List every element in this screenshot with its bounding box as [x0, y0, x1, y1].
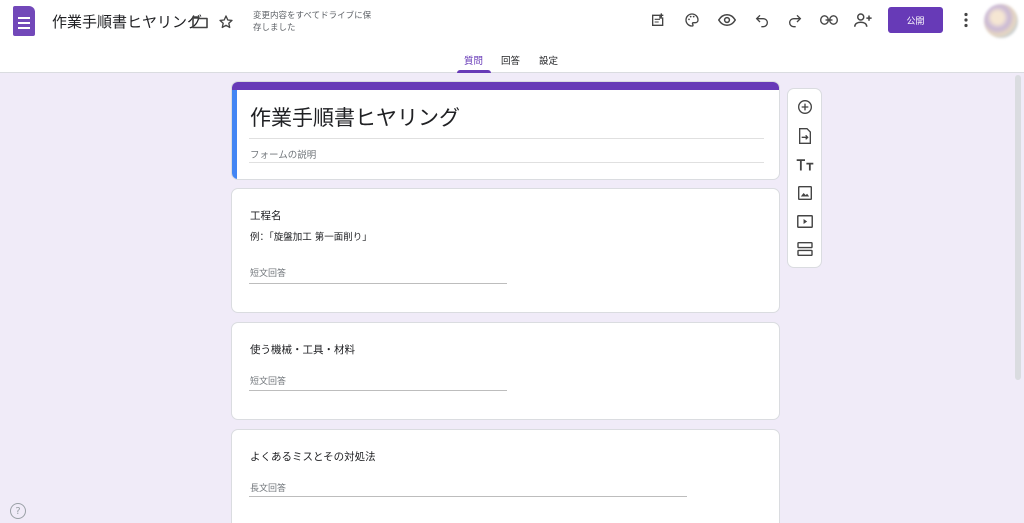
- long-answer-field: 長文回答: [250, 484, 287, 494]
- question-card[interactable]: 使う機械・工具・材料 短文回答: [231, 322, 780, 420]
- save-status-text: 変更内容をすべてドライブに保存しました: [253, 11, 372, 33]
- active-tab-indicator: [457, 70, 491, 73]
- question-card[interactable]: よくあるミスとその対処法 長文回答: [231, 429, 780, 523]
- title-card-accent-bar: [232, 82, 779, 90]
- question-description[interactable]: 例：「旋盤加工 第一面削り」: [250, 229, 372, 243]
- add-person-icon[interactable]: [851, 8, 875, 32]
- more-vert-icon[interactable]: [954, 8, 978, 32]
- publish-button[interactable]: 公開: [888, 7, 943, 33]
- palette-icon[interactable]: [680, 8, 704, 32]
- answer-underline: [249, 283, 507, 284]
- avatar[interactable]: [984, 4, 1018, 38]
- undo-icon[interactable]: [750, 8, 774, 32]
- folder-icon[interactable]: [188, 10, 212, 34]
- document-title[interactable]: 作業手順書ヒヤリング: [52, 11, 202, 32]
- form-description-field[interactable]: フォームの説明: [250, 147, 316, 161]
- short-answer-field: 短文回答: [250, 269, 287, 279]
- add-circle-icon[interactable]: [793, 95, 817, 119]
- form-title-card[interactable]: 作業手順書ヒヤリング フォームの説明: [231, 81, 780, 180]
- addon-icon[interactable]: [646, 8, 670, 32]
- form-title[interactable]: 作業手順書ヒヤリング: [250, 102, 460, 132]
- eye-icon[interactable]: [715, 8, 739, 32]
- description-underline: [249, 162, 764, 163]
- star-icon[interactable]: [214, 10, 238, 34]
- google-forms-icon[interactable]: [13, 6, 35, 36]
- app-header: 作業手順書ヒヤリング 変更内容をすべてドライブに保存しました 公開 質問 回答 …: [0, 0, 1024, 73]
- title-text-icon[interactable]: [793, 153, 817, 177]
- image-icon[interactable]: [793, 181, 817, 205]
- tab-bar: 質問 回答 設定: [0, 50, 1024, 73]
- question-title[interactable]: よくあるミスとその対処法: [250, 449, 376, 464]
- title-card-focus-bar: [232, 90, 237, 179]
- answer-underline: [249, 390, 507, 391]
- side-toolbar: [787, 88, 822, 268]
- question-title[interactable]: 工程名: [250, 208, 282, 223]
- help-icon[interactable]: ?: [10, 503, 26, 519]
- link-icon[interactable]: [817, 8, 841, 32]
- title-underline: [249, 138, 764, 139]
- redo-icon[interactable]: [783, 8, 807, 32]
- video-icon[interactable]: [793, 209, 817, 233]
- tab-settings[interactable]: 設定: [539, 53, 558, 67]
- short-answer-field: 短文回答: [250, 377, 287, 387]
- tab-questions[interactable]: 質問: [464, 53, 483, 67]
- section-icon[interactable]: [793, 237, 817, 261]
- question-card[interactable]: 工程名 例：「旋盤加工 第一面削り」 短文回答: [231, 188, 780, 313]
- tab-responses[interactable]: 回答: [501, 53, 520, 67]
- import-icon[interactable]: [793, 124, 817, 148]
- answer-underline: [249, 496, 687, 497]
- scrollbar[interactable]: [1015, 75, 1021, 380]
- question-title[interactable]: 使う機械・工具・材料: [250, 342, 355, 357]
